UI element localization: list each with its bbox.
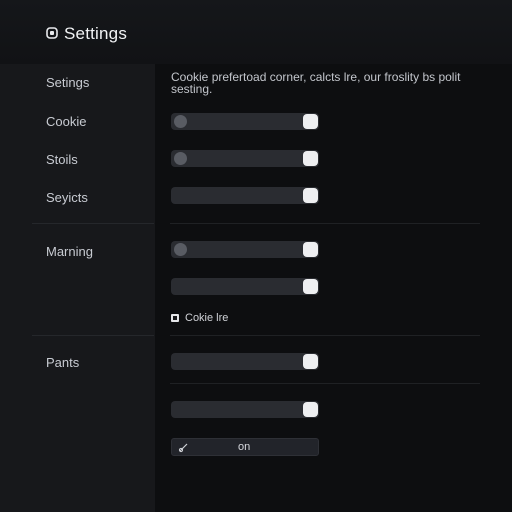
toggle-knob <box>303 402 318 417</box>
toggle-knob <box>303 114 318 129</box>
checkbox-cookie[interactable]: Cokie lre <box>171 311 228 325</box>
toggle-knob <box>303 279 318 294</box>
page-title: Settings <box>64 24 128 43</box>
header-bar: Settings <box>0 0 512 64</box>
toggle-seyicts[interactable] <box>171 187 319 204</box>
sidebar-item-stoils[interactable]: Stoils <box>46 152 78 167</box>
pencil-icon <box>178 443 188 453</box>
toggle-stoils[interactable] <box>171 150 319 167</box>
content-divider <box>170 335 480 336</box>
toggle-dot <box>174 152 187 165</box>
checkbox-icon[interactable] <box>171 314 179 322</box>
toggle-marning-secondary[interactable] <box>171 278 319 295</box>
value-input[interactable]: on <box>171 438 319 456</box>
toggle-dot <box>174 115 187 128</box>
sidebar: Setings Cookie Stoils Seyicts Marning Pa… <box>0 64 155 512</box>
toggle-dot <box>174 243 187 256</box>
toggle-cookie[interactable] <box>171 113 319 130</box>
checkbox-label: Cokie lre <box>185 312 229 324</box>
toggle-marning[interactable] <box>171 241 319 258</box>
sidebar-divider <box>32 223 154 224</box>
sidebar-divider <box>32 335 154 336</box>
settings-description: Cookie prefertoad corner, calcts lre, ou… <box>171 70 461 96</box>
toggle-knob <box>303 242 318 257</box>
toggle-pants[interactable] <box>171 353 319 370</box>
toggle-knob <box>303 188 318 203</box>
sidebar-item-setings[interactable]: Setings <box>46 75 89 90</box>
content-divider <box>170 383 480 384</box>
gear-icon <box>46 27 58 39</box>
sidebar-item-cookie[interactable]: Cookie <box>46 114 86 129</box>
sidebar-item-seyicts[interactable]: Seyicts <box>46 190 88 205</box>
toggle-pants-secondary[interactable] <box>171 401 319 418</box>
toggle-knob <box>303 151 318 166</box>
content-divider <box>170 223 480 224</box>
sidebar-item-pants[interactable]: Pants <box>46 355 79 370</box>
sidebar-item-marning[interactable]: Marning <box>46 244 93 259</box>
input-value: on <box>238 441 251 453</box>
toggle-knob <box>303 354 318 369</box>
